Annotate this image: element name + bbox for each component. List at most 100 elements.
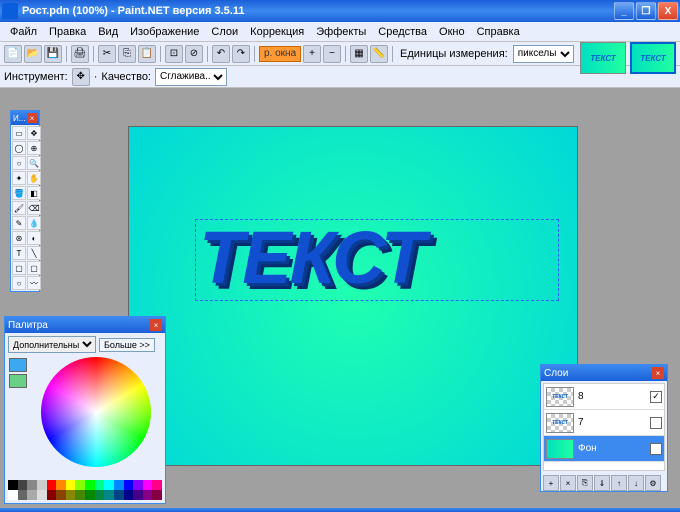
layer-item[interactable]: Фон ✓ — [544, 436, 664, 462]
color-wheel[interactable] — [41, 357, 151, 467]
palette-cell[interactable] — [8, 480, 18, 490]
palette-cell[interactable] — [85, 490, 95, 500]
units-select[interactable]: пикселы — [513, 45, 574, 63]
palette-cell[interactable] — [124, 490, 134, 500]
selection-marquee[interactable] — [195, 219, 559, 301]
palette-cell[interactable] — [143, 480, 153, 490]
quality-select[interactable]: Сглажива... — [155, 68, 227, 86]
zoom-input[interactable] — [259, 46, 301, 62]
deselect-button[interactable]: ⊘ — [185, 45, 203, 63]
tool-clone[interactable]: ⊛ — [12, 231, 26, 245]
minimize-button[interactable]: _ — [614, 2, 634, 20]
tool-rect[interactable]: ▢ — [12, 261, 26, 275]
color-strip[interactable] — [8, 480, 162, 500]
close-button[interactable]: X — [658, 2, 678, 20]
palette-cell[interactable] — [75, 490, 85, 500]
tool-move-sel[interactable]: ⊕ — [27, 141, 41, 155]
menu-window[interactable]: Окно — [433, 24, 471, 40]
menu-file[interactable]: Файл — [4, 24, 43, 40]
tool-gradient[interactable]: ◧ — [27, 186, 41, 200]
paste-button[interactable]: 📋 — [138, 45, 156, 63]
tool-pencil[interactable]: ✎ — [12, 216, 26, 230]
layers-close-icon[interactable]: × — [652, 367, 664, 379]
tool-picker[interactable]: 💧 — [27, 216, 41, 230]
layer-add-button[interactable]: + — [543, 475, 559, 491]
tool-brush[interactable]: 🖌 — [12, 201, 26, 215]
palette-cell[interactable] — [8, 490, 18, 500]
tool-lasso[interactable]: ◯ — [12, 141, 26, 155]
layer-item[interactable]: ТЕКСТ 8 ✓ — [544, 384, 664, 410]
palette-more-button[interactable]: Больше >> — [99, 338, 155, 352]
palette-cell[interactable] — [27, 490, 37, 500]
layer-props-button[interactable]: ⚙ — [645, 475, 661, 491]
tool-line[interactable]: ╲ — [27, 246, 41, 260]
crop-button[interactable]: ⊡ — [165, 45, 183, 63]
menu-help[interactable]: Справка — [471, 24, 526, 40]
zoom-in-button[interactable]: + — [303, 45, 321, 63]
tool-eraser[interactable]: ⌫ — [27, 201, 41, 215]
tool-free[interactable]: 〰 — [27, 276, 41, 290]
new-button[interactable]: 📄 — [4, 45, 22, 63]
doc-thumb-1[interactable]: ТЕКСТ — [580, 42, 626, 74]
palette-cell[interactable] — [56, 490, 66, 500]
tool-move[interactable]: ✥ — [27, 126, 41, 140]
palette-cell[interactable] — [75, 480, 85, 490]
palette-cell[interactable] — [95, 490, 105, 500]
menu-image[interactable]: Изображение — [124, 24, 205, 40]
secondary-color-swatch[interactable] — [9, 374, 27, 388]
tool-text[interactable]: T — [12, 246, 26, 260]
tool-ellipse-sel[interactable]: ○ — [12, 156, 26, 170]
palette-cell[interactable] — [152, 490, 162, 500]
tool-wand[interactable]: ✦ — [12, 171, 26, 185]
palette-cell[interactable] — [18, 490, 28, 500]
palette-cell[interactable] — [114, 490, 124, 500]
copy-button[interactable]: ⎘ — [118, 45, 136, 63]
palette-cell[interactable] — [66, 480, 76, 490]
palette-cell[interactable] — [152, 480, 162, 490]
palette-cell[interactable] — [85, 480, 95, 490]
palette-cell[interactable] — [47, 490, 57, 500]
palette-mode-select[interactable]: Дополнительны — [8, 336, 96, 353]
palette-cell[interactable] — [143, 490, 153, 500]
layer-duplicate-button[interactable]: ⎘ — [577, 475, 593, 491]
layer-item[interactable]: ТЕКСТ 7 — [544, 410, 664, 436]
palette-cell[interactable] — [37, 480, 47, 490]
palette-cell[interactable] — [124, 480, 134, 490]
palette-cell[interactable] — [104, 480, 114, 490]
palette-close-icon[interactable]: × — [150, 319, 162, 331]
layer-merge-button[interactable]: ⇓ — [594, 475, 610, 491]
palette-cell[interactable] — [66, 490, 76, 500]
tool-fill[interactable]: 🪣 — [12, 186, 26, 200]
palette-cell[interactable] — [133, 490, 143, 500]
palette-cell[interactable] — [37, 490, 47, 500]
cut-button[interactable]: ✂ — [98, 45, 116, 63]
toolbox-close-icon[interactable]: × — [27, 113, 37, 123]
layer-down-button[interactable]: ↓ — [628, 475, 644, 491]
layer-visible-checkbox[interactable]: ✓ — [650, 391, 662, 403]
layer-visible-checkbox[interactable] — [650, 417, 662, 429]
primary-color-swatch[interactable] — [9, 358, 27, 372]
undo-button[interactable]: ↶ — [212, 45, 230, 63]
tool-pan[interactable]: ✋ — [27, 171, 41, 185]
save-button[interactable]: 💾 — [44, 45, 62, 63]
menu-effects[interactable]: Эффекты — [310, 24, 372, 40]
palette-cell[interactable] — [56, 480, 66, 490]
tool-ellipse[interactable]: ○ — [12, 276, 26, 290]
menu-layers[interactable]: Слои — [205, 24, 244, 40]
tool-rrect[interactable]: ▢ — [27, 261, 41, 275]
zoom-out-button[interactable]: − — [323, 45, 341, 63]
layer-visible-checkbox[interactable]: ✓ — [650, 443, 662, 455]
tool-zoom[interactable]: 🔍 — [27, 156, 41, 170]
menu-adjustments[interactable]: Коррекция — [244, 24, 310, 40]
maximize-button[interactable]: ❐ — [636, 2, 656, 20]
tool-recolor[interactable]: ◐ — [27, 231, 41, 245]
redo-button[interactable]: ↷ — [232, 45, 250, 63]
layer-delete-button[interactable]: × — [560, 475, 576, 491]
layer-up-button[interactable]: ↑ — [611, 475, 627, 491]
palette-cell[interactable] — [133, 480, 143, 490]
menu-view[interactable]: Вид — [92, 24, 124, 40]
current-tool-icon[interactable]: ✥ — [72, 68, 90, 86]
palette-cell[interactable] — [104, 490, 114, 500]
tool-rect-select[interactable]: ▭ — [12, 126, 26, 140]
palette-cell[interactable] — [47, 480, 57, 490]
